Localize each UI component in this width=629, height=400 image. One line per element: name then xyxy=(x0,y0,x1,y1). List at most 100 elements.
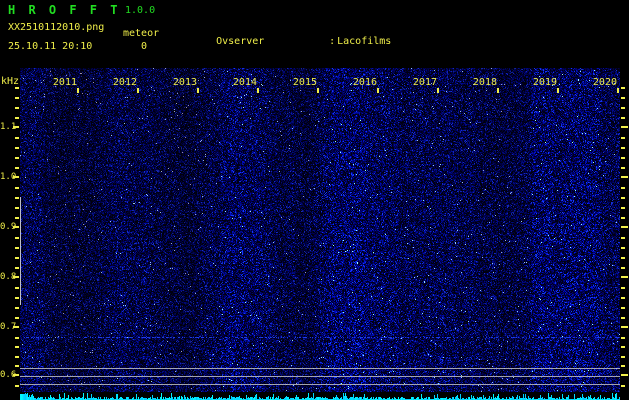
axis-tick xyxy=(621,287,625,289)
meteor-counter-label: meteor xyxy=(123,28,160,39)
time-tick-label: 2018 xyxy=(472,77,497,88)
axis-tick xyxy=(621,217,625,219)
axis-tick xyxy=(15,187,19,189)
axis-tick xyxy=(15,267,19,269)
axis-tick xyxy=(621,276,628,278)
axis-tick xyxy=(621,247,625,249)
axis-tick xyxy=(15,297,19,299)
axis-tick xyxy=(15,237,19,239)
time-tick-label: 2015 xyxy=(292,77,317,88)
axis-tick xyxy=(621,346,625,348)
axis-tick xyxy=(621,187,625,189)
info-label: Ovserver xyxy=(216,36,265,47)
time-tick-label: 2019 xyxy=(532,77,557,88)
axis-tick xyxy=(621,337,625,339)
observation-timestamp: 25.10.11 20:10 xyxy=(8,41,93,52)
left-reference-bar xyxy=(20,197,21,305)
meteor-count-value: 0 xyxy=(141,41,148,52)
axis-tick xyxy=(77,88,79,93)
axis-tick xyxy=(15,217,19,219)
axis-tick xyxy=(621,326,628,328)
app-title: H R O F F T xyxy=(8,3,121,17)
axis-tick xyxy=(15,257,19,259)
axis-tick xyxy=(621,307,625,309)
axis-tick xyxy=(257,88,259,93)
axis-tick xyxy=(621,237,625,239)
axis-tick xyxy=(621,167,625,169)
axis-tick xyxy=(15,346,19,348)
axis-tick xyxy=(557,88,559,93)
app-version: 1.0.0 xyxy=(125,5,156,16)
axis-tick xyxy=(15,207,19,209)
axis-tick xyxy=(621,385,625,387)
axis-tick xyxy=(621,356,625,358)
time-tick-label: 2012 xyxy=(112,77,137,88)
carrier-line xyxy=(20,384,620,385)
carrier-line xyxy=(20,368,620,369)
axis-tick xyxy=(15,147,19,149)
axis-tick xyxy=(621,207,625,209)
spectrogram-canvas xyxy=(20,68,620,392)
axis-tick xyxy=(15,137,19,139)
carrier-line xyxy=(20,376,620,377)
axis-tick xyxy=(15,197,19,199)
axis-tick xyxy=(621,137,625,139)
axis-tick xyxy=(15,337,19,339)
frequency-unit-label: kHz xyxy=(1,76,20,87)
time-tick-label: 2011 xyxy=(52,77,77,88)
output-filename: XX2510112010.png xyxy=(8,22,105,33)
axis-tick xyxy=(15,97,19,99)
axis-tick xyxy=(13,374,19,376)
axis-tick xyxy=(15,307,19,309)
axis-tick xyxy=(621,267,625,269)
axis-tick xyxy=(15,287,19,289)
axis-tick xyxy=(15,385,19,387)
axis-tick xyxy=(621,297,625,299)
axis-tick xyxy=(621,157,625,159)
axis-tick xyxy=(621,87,625,89)
axis-tick xyxy=(621,257,625,259)
axis-tick xyxy=(377,88,379,93)
axis-tick xyxy=(13,226,19,228)
axis-tick xyxy=(621,117,625,119)
axis-tick xyxy=(15,107,19,109)
axis-tick xyxy=(15,157,19,159)
time-tick-label: 2020 xyxy=(592,77,617,88)
axis-tick xyxy=(497,88,499,93)
info-value: Lacofilms xyxy=(337,36,392,47)
time-tick-label: 2016 xyxy=(352,77,377,88)
axis-tick xyxy=(15,117,19,119)
axis-tick xyxy=(621,97,625,99)
axis-tick xyxy=(617,88,619,93)
axis-tick xyxy=(621,107,625,109)
axis-tick xyxy=(621,374,628,376)
axis-tick xyxy=(15,167,19,169)
axis-tick xyxy=(15,87,19,89)
axis-tick xyxy=(621,317,625,319)
axis-tick xyxy=(621,176,628,178)
axis-tick xyxy=(197,88,199,93)
axis-tick xyxy=(13,126,19,128)
signal-level-trace-canvas xyxy=(20,392,620,400)
axis-tick xyxy=(437,88,439,93)
info-separator: : xyxy=(329,36,336,47)
axis-tick xyxy=(621,226,628,228)
axis-tick xyxy=(15,365,19,367)
axis-tick xyxy=(15,356,19,358)
time-tick-label: 2013 xyxy=(172,77,197,88)
axis-tick xyxy=(13,276,19,278)
axis-tick xyxy=(621,365,625,367)
axis-tick xyxy=(317,88,319,93)
hrofft-window: H R O F F T 1.0.0 XX2510112010.png meteo… xyxy=(0,0,629,400)
info-row-observer: Ovserver: Lacofilms xyxy=(180,25,476,47)
axis-tick xyxy=(137,88,139,93)
time-tick-label: 2017 xyxy=(412,77,437,88)
axis-tick xyxy=(621,197,625,199)
time-tick-label: 2014 xyxy=(232,77,257,88)
axis-tick xyxy=(15,317,19,319)
axis-tick xyxy=(13,176,19,178)
axis-tick xyxy=(13,326,19,328)
axis-tick xyxy=(621,147,625,149)
axis-tick xyxy=(621,126,628,128)
axis-tick xyxy=(15,247,19,249)
